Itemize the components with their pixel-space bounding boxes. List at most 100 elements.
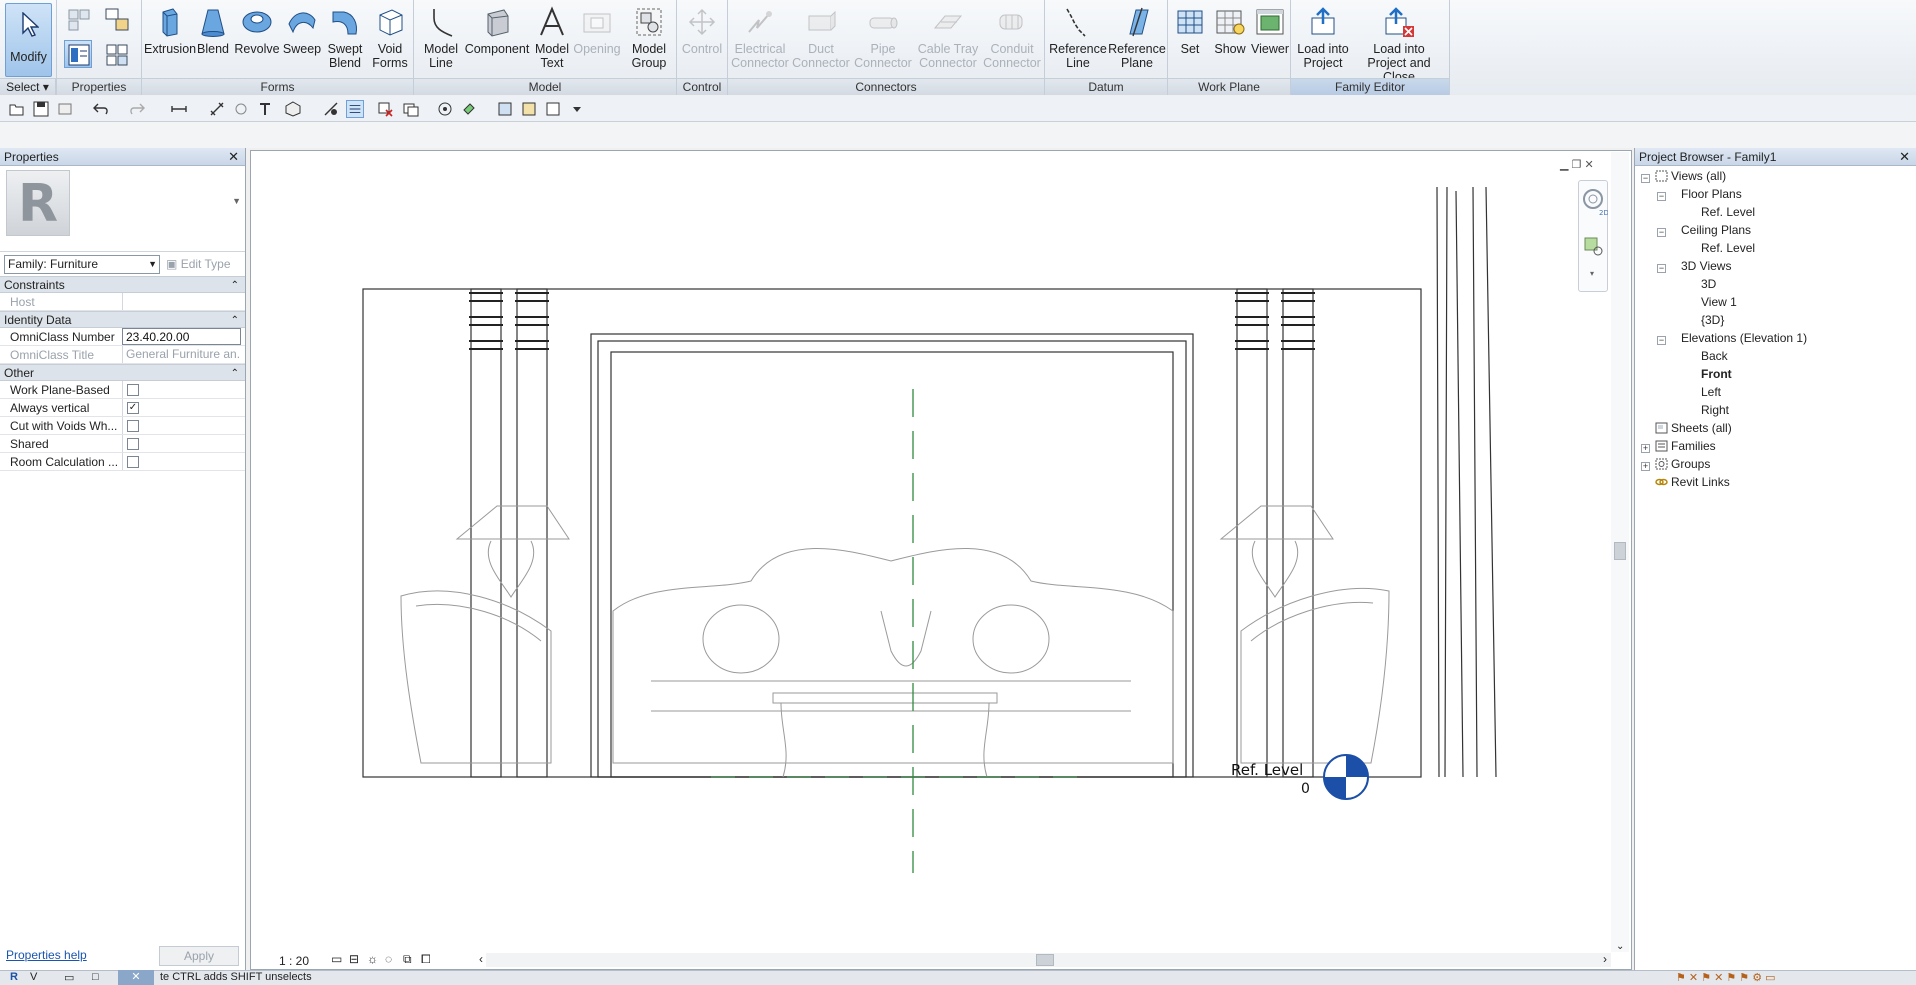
shadows-icon[interactable]: ◌ (385, 952, 392, 966)
expand-toggle[interactable]: + (1641, 462, 1650, 471)
zoom-region-icon[interactable] (1580, 235, 1608, 261)
reference-line-button[interactable]: Reference Line (1048, 4, 1108, 74)
scroll-left-icon[interactable]: ‹ (479, 952, 483, 966)
tree-floor-plan-ref-level[interactable]: Ref. Level (1701, 205, 1755, 219)
steering-wheel-icon[interactable] (544, 100, 562, 118)
collapse-toggle[interactable]: − (1657, 264, 1666, 273)
load-into-project-button[interactable]: Load into Project (1295, 4, 1351, 74)
close-icon[interactable]: ✕ (228, 148, 239, 166)
tree-elevation-right[interactable]: Right (1701, 403, 1729, 417)
tree-elevations[interactable]: Elevations (Elevation 1) (1681, 331, 1807, 345)
collapse-icon[interactable]: ⌃ (231, 277, 239, 294)
switch-windows-icon[interactable] (402, 100, 420, 118)
sweep-button[interactable]: Sweep (282, 4, 322, 74)
swept-blend-button[interactable]: Swept Blend (324, 4, 366, 74)
shared-checkbox[interactable] (127, 438, 139, 450)
tree-3d-default[interactable]: {3D} (1701, 313, 1724, 327)
redo-icon[interactable] (128, 100, 146, 118)
show-button[interactable]: Show (1210, 4, 1250, 74)
steering-wheel-icon[interactable]: 2D (1580, 185, 1608, 219)
vertical-scroll-thumb[interactable] (1614, 542, 1626, 560)
blend-button[interactable]: Blend (194, 4, 232, 74)
minimize-icon[interactable]: □ (92, 971, 99, 983)
tree-floor-plans[interactable]: Floor Plans (1681, 187, 1742, 201)
electrical-connector-button[interactable]: Electrical Connector (730, 4, 790, 74)
tree-sheets[interactable]: Sheets (all) (1655, 421, 1732, 435)
tree-view-1[interactable]: View 1 (1701, 295, 1737, 309)
close-icon[interactable]: ✕ (1584, 159, 1593, 171)
family-category-button[interactable] (102, 5, 130, 33)
control-button[interactable]: Control (679, 4, 725, 74)
tag-icon[interactable] (232, 100, 250, 118)
model-text-button[interactable]: Model Text (530, 4, 574, 74)
room-calculation-checkbox[interactable] (127, 456, 139, 468)
select-dropdown[interactable]: Select ▾ (0, 78, 56, 95)
edit-type-button[interactable]: ▣ Edit Type (166, 257, 231, 271)
restore-icon[interactable]: ❐ (1572, 159, 1582, 171)
measure-icon[interactable] (170, 100, 188, 118)
save-icon[interactable] (32, 100, 50, 118)
3d-view-icon[interactable] (284, 100, 302, 118)
properties-toggle-button[interactable] (64, 40, 92, 68)
component-button[interactable]: Component (462, 4, 532, 74)
tree-elevation-front[interactable]: Front (1701, 367, 1732, 381)
sun-path-icon[interactable]: ☼ (367, 952, 378, 966)
fabric-icon[interactable] (496, 100, 514, 118)
close-icon[interactable]: ✕ (1899, 148, 1910, 166)
conduit-connector-button[interactable]: Conduit Connector (982, 4, 1042, 74)
selection-filter-icons[interactable]: ⚑ ✕ ⚑ ✕ ⚑ ⚑ ⚙ ▭ (1676, 971, 1776, 984)
tree-elevation-back[interactable]: Back (1701, 349, 1728, 363)
visibility-icon[interactable] (436, 100, 454, 118)
duct-connector-button[interactable]: Duct Connector (792, 4, 850, 74)
minimize-icon[interactable]: ▁ (1560, 159, 1568, 171)
tree-revit-links[interactable]: Revit Links (1655, 475, 1730, 489)
view-cube-icon[interactable] (520, 100, 538, 118)
cut-with-voids-checkbox[interactable] (127, 420, 139, 432)
chevron-down-icon[interactable]: ▼ (232, 196, 241, 206)
scroll-right-icon[interactable]: › (1603, 952, 1607, 966)
viewer-button[interactable]: Viewer (1250, 4, 1290, 74)
family-types-button[interactable] (64, 5, 92, 33)
apply-button[interactable]: Apply (159, 946, 239, 966)
collapse-toggle[interactable]: − (1657, 192, 1666, 201)
tree-ceiling-plan-ref-level[interactable]: Ref. Level (1701, 241, 1755, 255)
reveal-hidden-icon[interactable]: ⧠ (421, 952, 431, 967)
text-icon[interactable] (256, 100, 274, 118)
collapse-toggle[interactable]: − (1657, 336, 1666, 345)
identity-section[interactable]: Identity Data ⌃ (0, 311, 245, 328)
visual-style-icon[interactable]: ⊟ (349, 952, 359, 966)
sync-icon[interactable] (56, 100, 74, 118)
work-plane-based-checkbox[interactable] (127, 384, 139, 396)
type-properties-button[interactable] (102, 40, 130, 68)
collapse-toggle[interactable]: − (1657, 228, 1666, 237)
thin-lines-icon[interactable] (346, 100, 364, 118)
set-button[interactable]: Set (1172, 4, 1208, 74)
opening-button[interactable]: Opening (572, 4, 622, 74)
close-icon[interactable]: ✕ (118, 970, 154, 985)
extrusion-button[interactable]: Extrusion (144, 4, 196, 74)
design-options-icon[interactable]: ▭ (64, 971, 74, 984)
load-into-project-close-button[interactable]: Load into Project and Close (1351, 4, 1447, 84)
always-vertical-checkbox[interactable]: ✓ (127, 402, 139, 414)
properties-help-link[interactable]: Properties help (6, 948, 87, 962)
chevron-down-icon[interactable]: ▾ (1590, 269, 1594, 278)
modify-button[interactable]: Modify (5, 3, 52, 77)
workset-icon[interactable]: V (30, 971, 37, 983)
undo-icon[interactable] (92, 100, 110, 118)
close-hidden-windows-icon[interactable] (376, 100, 394, 118)
tree-3d[interactable]: 3D (1701, 277, 1716, 291)
tree-elevation-left[interactable]: Left (1701, 385, 1721, 399)
horizontal-scroll-thumb[interactable] (1036, 954, 1054, 966)
family-selector[interactable]: Family: Furniture ▼ (4, 255, 160, 274)
customize-dropdown-icon[interactable] (568, 100, 586, 118)
other-section[interactable]: Other ⌃ (0, 364, 245, 381)
void-forms-button[interactable]: Void Forms (368, 4, 412, 74)
model-group-button[interactable]: Model Group (624, 4, 674, 74)
reference-plane-button[interactable]: Reference Plane (1107, 4, 1167, 74)
collapse-toggle[interactable]: − (1641, 174, 1650, 183)
vertical-scrollbar[interactable]: ⌄ (1611, 152, 1629, 952)
pipe-connector-button[interactable]: Pipe Connector (852, 4, 914, 74)
dimension-icon[interactable] (208, 100, 226, 118)
omniclass-number-field[interactable]: 23.40.20.00 (122, 328, 241, 345)
detail-level-icon[interactable]: ▭ (331, 952, 342, 966)
